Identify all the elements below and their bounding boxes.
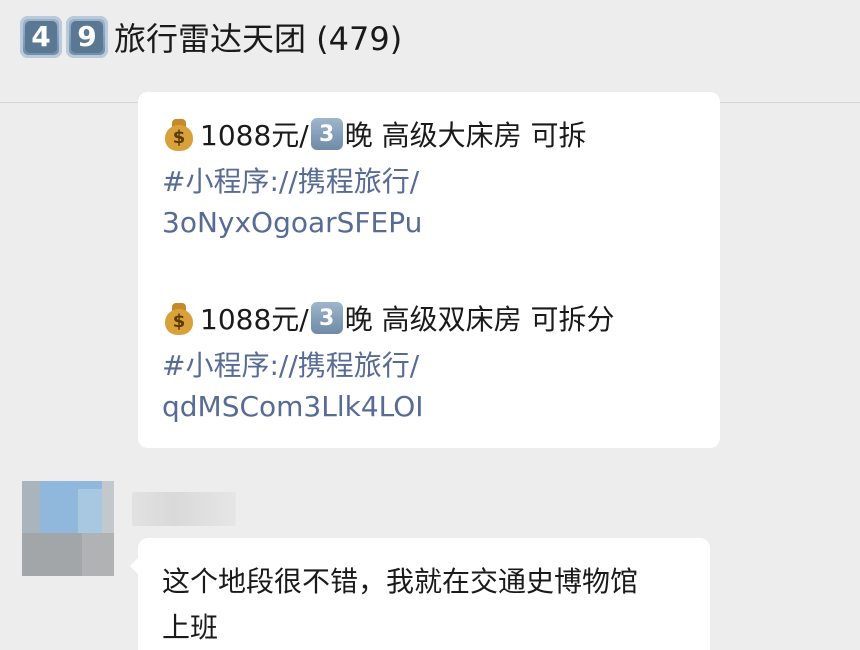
chat-title-row[interactable]: 4 9 旅行雷达天团 (479) <box>20 14 402 60</box>
moneybag-icon: $ <box>162 301 196 335</box>
offer-line: $ 1088元/ 3 晚 高级双床房 可拆分 <box>162 298 615 338</box>
miniprogram-code-link[interactable]: 3oNyxOgoarSFEPu <box>162 206 422 239</box>
miniprogram-code-link[interactable]: qdMSCom3Llk4LOI <box>162 390 424 423</box>
message-text: 这个地段很不错，我就在交通史博物馆 <box>162 565 639 598</box>
chat-title: 旅行雷达天团 (479) <box>114 20 403 58</box>
chat-header: 4 9 旅行雷达天团 (479) <box>0 0 860 103</box>
message-text: 上班 <box>162 611 219 644</box>
moneybag-icon: $ <box>162 117 196 151</box>
price-text: 1088元/ <box>200 303 309 336</box>
miniprogram-link[interactable]: #小程序://携程旅行/ <box>162 344 419 384</box>
room-text: 晚 高级双床房 可拆分 <box>344 303 615 336</box>
message-bubble[interactable]: $ 1088元/ 3 晚 高级大床房 可拆 #小程序://携程旅行/ 3oNyx… <box>138 92 720 448</box>
keycap-digit-icon: 4 <box>20 16 62 58</box>
room-text: 晚 高级大床房 可拆 <box>344 119 587 152</box>
price-text: 1088元/ <box>200 119 309 152</box>
sender-name-blurred <box>132 492 236 526</box>
chat-window: 4 9 旅行雷达天团 (479) $ 1088元/ 3 晚 高级大床房 可拆 #… <box>0 0 860 650</box>
keycap-digit-icon: 3 <box>310 302 343 334</box>
keycap-digit-icon: 9 <box>66 16 108 58</box>
keycap-digit-icon: 3 <box>310 118 343 150</box>
message-bubble[interactable]: 这个地段很不错，我就在交通史博物馆 上班 <box>130 538 710 650</box>
avatar[interactable] <box>22 481 114 576</box>
offer-line: $ 1088元/ 3 晚 高级大床房 可拆 <box>162 114 587 154</box>
miniprogram-link[interactable]: #小程序://携程旅行/ <box>162 160 419 200</box>
